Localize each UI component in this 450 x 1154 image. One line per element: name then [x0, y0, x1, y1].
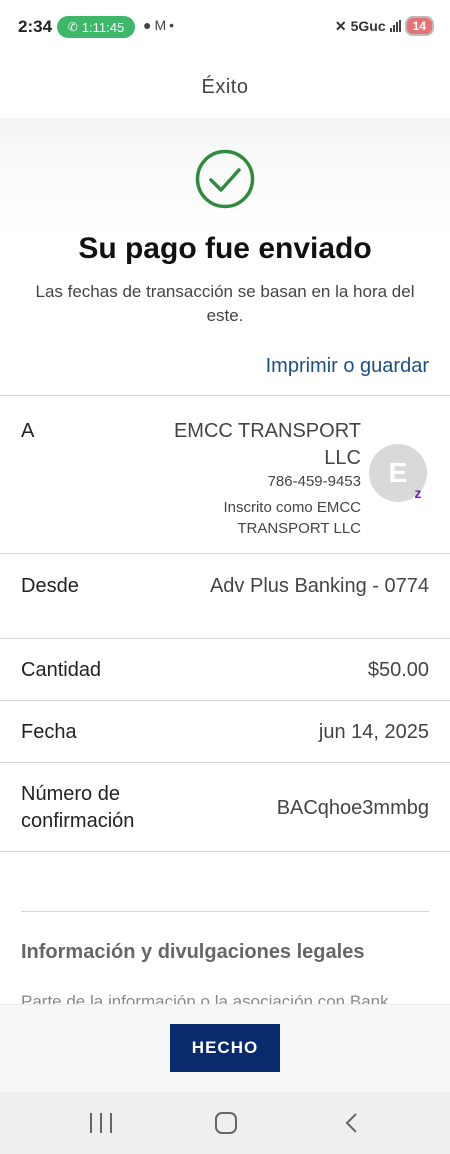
- status-time: 2:34: [18, 17, 53, 36]
- done-button[interactable]: HECHO: [170, 1024, 280, 1072]
- divider: [0, 851, 450, 852]
- status-right: ✕ 5Guc 14: [335, 16, 434, 36]
- page-title: Éxito: [201, 75, 249, 98]
- network-type: 5Guc: [350, 18, 386, 34]
- from-label: Desde: [21, 575, 79, 597]
- confirmation-content[interactable]: Su pago fue enviado Las fechas de transa…: [0, 118, 450, 1008]
- date-value: jun 14, 2025: [318, 721, 429, 743]
- chat-icon: ●: [143, 17, 155, 33]
- confirmation-number-value: BACqhoe3mmbg: [276, 797, 429, 819]
- payee-enrolled-as: Inscrito como EMCC TRANSPORT LLC: [223, 499, 361, 537]
- to-label: A: [21, 420, 35, 442]
- gmail-icon: M: [154, 17, 170, 33]
- divider: [0, 700, 450, 701]
- divider: [0, 395, 450, 396]
- divider: [0, 762, 450, 763]
- confirmation-number-label: Número de confirmación: [21, 783, 135, 832]
- phone-icon: ✆: [67, 20, 78, 34]
- footer: HECHO: [0, 1004, 450, 1092]
- status-bar: 2:34 ✆ 1:11:45 ●M• ✕ 5Guc 14: [0, 0, 450, 56]
- call-timer-pill[interactable]: ✆ 1:11:45: [57, 16, 135, 38]
- from-account: Adv Plus Banking - 0774: [209, 575, 429, 597]
- success-check-icon: [195, 149, 255, 209]
- back-icon[interactable]: [342, 1112, 362, 1134]
- notification-icons: ●M•: [143, 17, 177, 33]
- legal-disclosures-title[interactable]: Información y divulgaciones legales: [21, 941, 364, 964]
- dot-icon: •: [169, 17, 178, 33]
- system-nav-bar: [0, 1092, 450, 1154]
- recent-apps-icon[interactable]: [90, 1113, 112, 1133]
- signal-icon: [389, 20, 401, 32]
- payee-name: EMCC TRANSPORT LLC: [173, 420, 361, 469]
- app-header: Éxito: [0, 56, 450, 118]
- amount-value: $50.00: [367, 659, 429, 681]
- success-subtitle: Las fechas de transacción se basan en la…: [35, 282, 415, 325]
- date-label: Fecha: [21, 721, 77, 743]
- amount-label: Cantidad: [21, 659, 102, 681]
- divider: [0, 553, 450, 554]
- call-timer: 1:11:45: [81, 19, 125, 35]
- battery-icon: 14: [404, 16, 434, 36]
- success-title: Su pago fue enviado: [78, 232, 372, 265]
- divider: [21, 911, 429, 912]
- print-or-save-link[interactable]: Imprimir o guardar: [266, 355, 429, 378]
- divider: [0, 638, 450, 639]
- payee-phone: 786-459-9453: [267, 473, 361, 490]
- zelle-icon: z: [414, 485, 422, 501]
- mute-icon: ✕: [334, 17, 347, 34]
- home-icon[interactable]: [215, 1112, 237, 1134]
